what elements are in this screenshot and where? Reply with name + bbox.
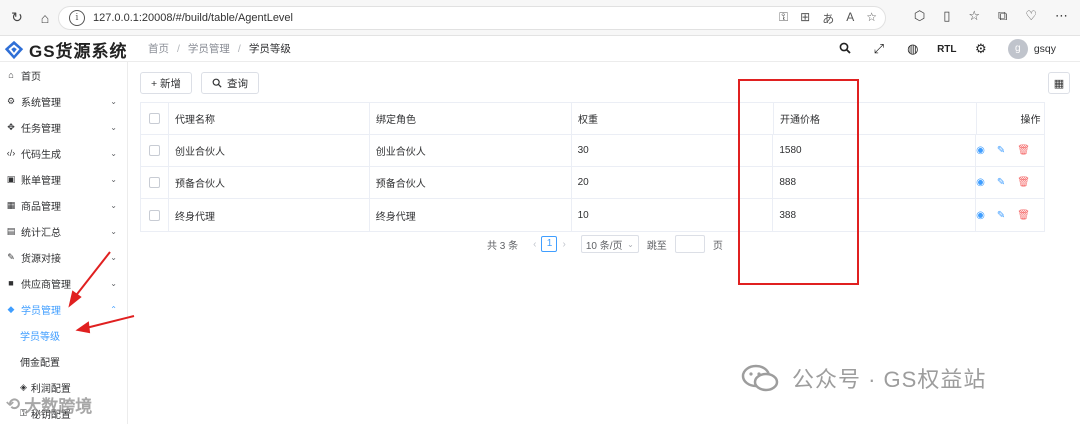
annotation-arrowhead [68, 290, 82, 308]
annotation-arrow-line [85, 315, 135, 329]
annotation-arrows [68, 251, 135, 334]
watermark-left-text: 大数跨境 [24, 397, 93, 416]
watermark-right: 公众号 · GS权益站 [740, 362, 986, 394]
annotation-arrowhead [75, 321, 91, 334]
watermark-logo-icon: ⟲ [6, 394, 21, 414]
watermark-left: ⟲ 大数跨境 [6, 392, 92, 417]
annotation-arrow-line [73, 251, 111, 299]
watermark-text: 公众号 · GS权益站 [792, 367, 987, 392]
wechat-logo-icon [741, 364, 779, 392]
